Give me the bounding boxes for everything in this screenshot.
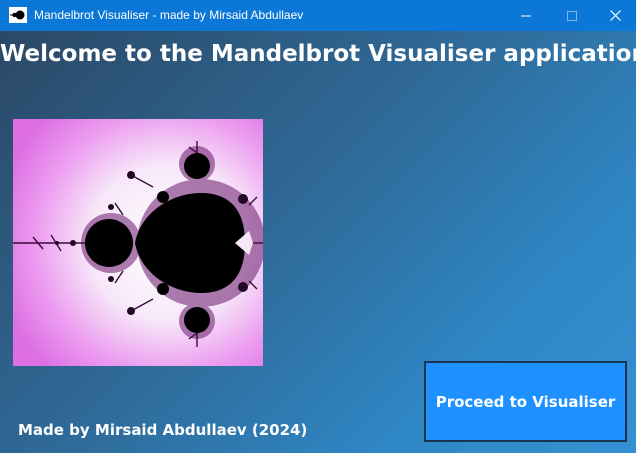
- app-window: Mandelbrot Visualiser - made by Mirsaid …: [0, 0, 636, 453]
- mandelbrot-set-image: [13, 119, 263, 366]
- main-content: Welcome to the Mandelbrot Visualiser app…: [0, 31, 636, 453]
- maximize-icon: [567, 10, 577, 21]
- close-button[interactable]: [592, 0, 636, 31]
- minimize-button[interactable]: [503, 0, 549, 31]
- proceed-button[interactable]: Proceed to Visualiser: [424, 361, 627, 442]
- author-credit: Made by Mirsaid Abdullaev (2024): [18, 421, 308, 439]
- minimize-icon: [521, 15, 531, 16]
- window-title: Mandelbrot Visualiser - made by Mirsaid …: [34, 8, 304, 22]
- title-bar[interactable]: Mandelbrot Visualiser - made by Mirsaid …: [0, 0, 636, 31]
- welcome-heading: Welcome to the Mandelbrot Visualiser app…: [0, 41, 636, 67]
- maximize-button[interactable]: [549, 0, 595, 31]
- close-icon: [609, 10, 621, 21]
- mandelbrot-app-icon: [9, 7, 27, 23]
